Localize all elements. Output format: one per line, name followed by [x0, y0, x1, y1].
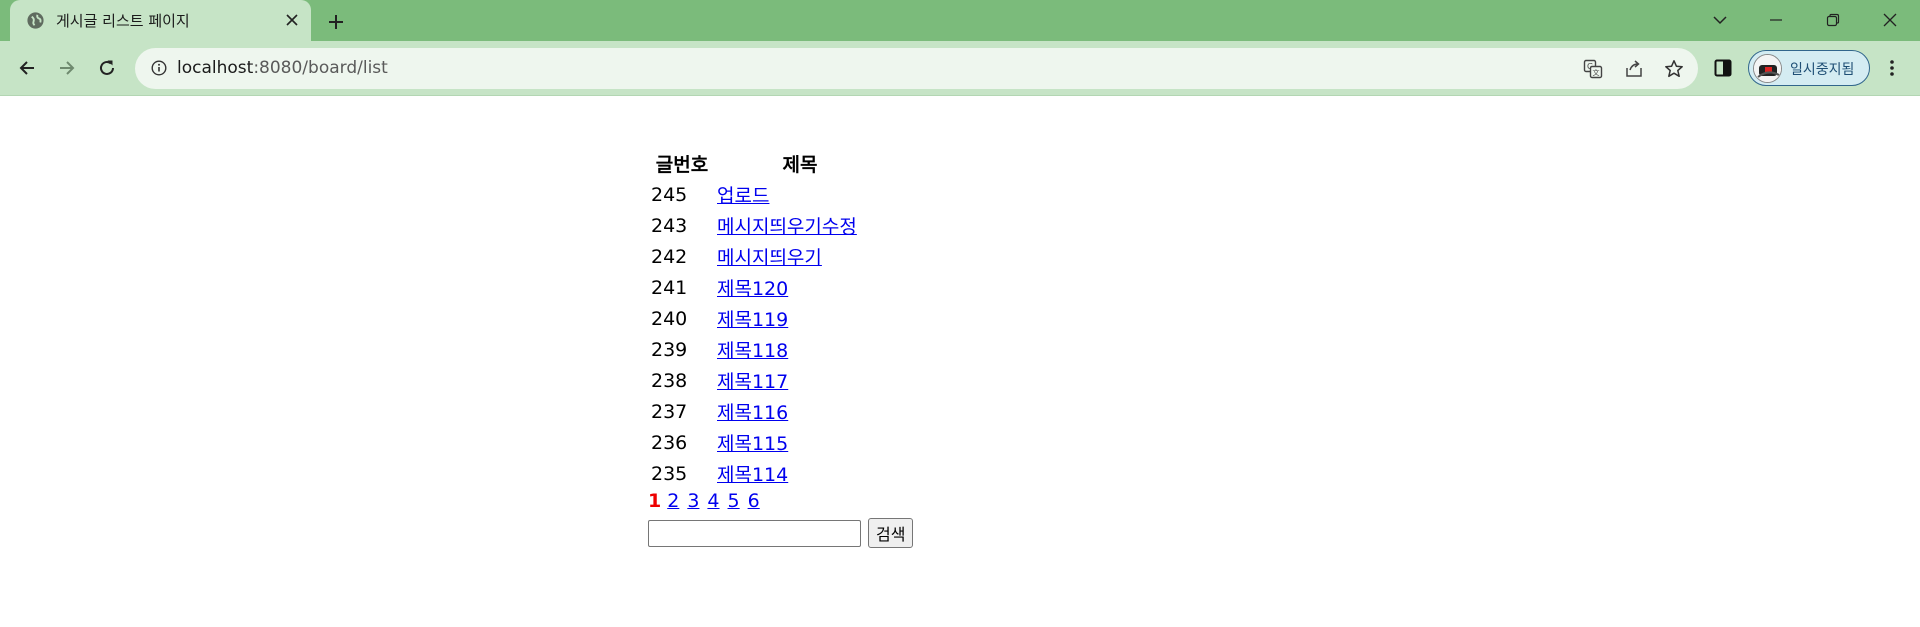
tab-strip: 게시글 리스트 페이지 — [0, 0, 1920, 41]
new-tab-icon[interactable] — [323, 9, 349, 35]
globe-icon — [26, 11, 45, 30]
table-row: 240 제목119 — [650, 304, 884, 333]
reload-icon[interactable] — [91, 52, 123, 84]
post-title-link[interactable]: 제목115 — [717, 433, 788, 455]
page-link-6[interactable]: 6 — [748, 490, 760, 512]
post-number: 238 — [651, 369, 688, 392]
post-number: 243 — [651, 214, 688, 237]
post-title-link[interactable]: 제목114 — [717, 464, 788, 486]
site-info-icon[interactable] — [149, 58, 169, 78]
restore-icon[interactable] — [1819, 7, 1847, 33]
pagination: 123456 — [648, 490, 913, 516]
post-number: 237 — [651, 400, 688, 423]
table-row: 242 메시지띄우기 — [650, 242, 884, 271]
table-row: 245 업로드 — [650, 180, 884, 209]
table-row: 243 메시지띄우기수정 — [650, 211, 884, 240]
post-number: 239 — [651, 338, 688, 361]
page-link-5[interactable]: 5 — [728, 490, 740, 512]
tab-search-chevron-icon[interactable] — [1706, 7, 1734, 33]
column-header-title: 제목 — [782, 153, 818, 176]
forward-arrow-icon[interactable] — [51, 52, 83, 84]
url-text[interactable]: localhost:8080/board/list — [177, 58, 388, 78]
table-row: 238 제목117 — [650, 366, 884, 395]
translate-icon[interactable]: G文 — [1580, 56, 1606, 82]
post-title-link[interactable]: 메시지띄우기수정 — [717, 216, 857, 238]
browser-toolbar: localhost:8080/board/list G文 일시중지됨 — [0, 41, 1920, 96]
close-window-icon[interactable] — [1876, 7, 1904, 33]
post-title-link[interactable]: 제목120 — [717, 278, 788, 300]
back-arrow-icon[interactable] — [11, 52, 43, 84]
table-row: 235 제목114 — [650, 459, 884, 488]
table-header-row: 글번호 제목 — [650, 148, 884, 178]
page-link-3[interactable]: 3 — [687, 490, 699, 512]
table-row: 239 제목118 — [650, 335, 884, 364]
post-number: 235 — [651, 462, 688, 485]
bookmark-star-icon[interactable] — [1661, 56, 1687, 82]
menu-dots-icon[interactable] — [1876, 52, 1908, 84]
board-table: 글번호 제목 245 업로드 243 메시지띄우기수정 242 메시지띄우기 2… — [648, 146, 886, 490]
post-title-link[interactable]: 메시지띄우기 — [717, 247, 822, 269]
post-number: 236 — [651, 431, 688, 454]
url-host: localhost — [177, 58, 254, 78]
table-row: 236 제목115 — [650, 428, 884, 457]
search-form: 검색 — [648, 518, 914, 548]
post-number: 245 — [651, 183, 688, 206]
post-title-link[interactable]: 제목117 — [717, 371, 788, 393]
board-list-page: 글번호 제목 245 업로드 243 메시지띄우기수정 242 메시지띄우기 2… — [648, 146, 914, 548]
post-title-link[interactable]: 제목119 — [717, 309, 788, 331]
svg-text:文: 文 — [1593, 68, 1600, 77]
page-link-4[interactable]: 4 — [707, 490, 719, 512]
avatar — [1753, 54, 1782, 83]
search-input[interactable] — [648, 519, 861, 547]
table-row: 241 제목120 — [650, 273, 884, 302]
profile-button[interactable]: 일시중지됨 — [1748, 50, 1870, 86]
page-link-2[interactable]: 2 — [667, 490, 679, 512]
close-tab-icon[interactable] — [282, 10, 302, 30]
address-bar[interactable]: localhost:8080/board/list G文 — [135, 48, 1698, 89]
browser-tab[interactable]: 게시글 리스트 페이지 — [10, 0, 311, 41]
post-title-link[interactable]: 업로드 — [717, 185, 769, 207]
post-title-link[interactable]: 제목118 — [717, 340, 788, 362]
tab-title: 게시글 리스트 페이지 — [56, 12, 190, 30]
minimize-icon[interactable] — [1762, 7, 1790, 33]
profile-status-label: 일시중지됨 — [1790, 62, 1855, 78]
post-number: 241 — [651, 276, 688, 299]
side-panel-icon[interactable] — [1707, 52, 1739, 84]
post-title-link[interactable]: 제목116 — [717, 402, 788, 424]
current-page: 1 — [648, 490, 662, 512]
share-icon[interactable] — [1621, 56, 1647, 82]
search-button[interactable]: 검색 — [868, 518, 914, 548]
url-path: :8080/board/list — [253, 58, 388, 78]
post-number: 242 — [651, 245, 688, 268]
column-header-number: 글번호 — [655, 153, 709, 176]
table-row: 237 제목116 — [650, 397, 884, 426]
post-number: 240 — [651, 307, 688, 330]
